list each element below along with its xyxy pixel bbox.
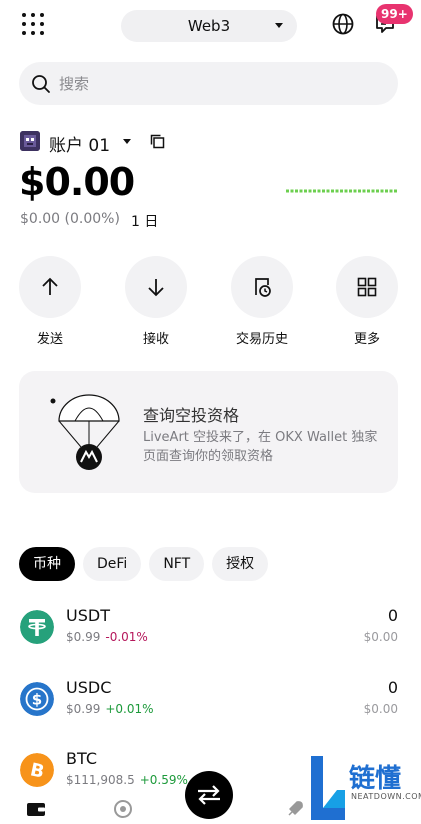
- globe-icon[interactable]: [332, 13, 354, 35]
- notification-badge: 99+: [376, 4, 413, 24]
- balance-change: $0.00 (0.00%): [20, 211, 120, 227]
- banner-description: LiveArt 空投来了，在 OKX Wallet 独家页面查询你的领取资格: [143, 430, 378, 464]
- history-button[interactable]: 交易历史: [231, 256, 293, 347]
- swap-button[interactable]: [185, 771, 233, 819]
- wallet-icon[interactable]: [27, 802, 45, 816]
- parachute-icon: [50, 394, 120, 470]
- watermark-logo-icon: [311, 756, 345, 820]
- wallet-home-screen: Web3 99+ 账户 01: [0, 0, 421, 824]
- token-price-line: $0.99 +0.01%: [66, 702, 154, 716]
- token-row-usdc[interactable]: $ USDC $0.99 +0.01% 0 $0.00: [0, 678, 421, 738]
- send-button[interactable]: 发送: [19, 256, 81, 347]
- receive-button[interactable]: 接收: [125, 256, 187, 347]
- asset-tabs: 币种 DeFi NFT 授权: [19, 547, 269, 581]
- more-button[interactable]: 更多: [336, 256, 398, 347]
- mode-switcher[interactable]: Web3: [121, 10, 297, 42]
- token-symbol: USDT: [66, 606, 110, 625]
- balance-sparkline: [286, 189, 398, 193]
- token-amount: 0: [387, 678, 398, 697]
- top-bar: Web3 99+: [0, 4, 421, 44]
- receive-label: 接收: [142, 332, 169, 347]
- search-icon: [32, 75, 50, 93]
- more-circle[interactable]: [336, 256, 398, 318]
- send-label: 发送: [36, 332, 63, 347]
- btc-logo-icon: B: [20, 753, 54, 787]
- history-circle[interactable]: [231, 256, 293, 318]
- banner-title: 查询空投资格: [143, 406, 240, 425]
- token-row-usdt[interactable]: USDT $0.99 -0.01% 0 $0.00: [0, 606, 421, 666]
- token-change: -0.01%: [105, 630, 148, 644]
- send-circle[interactable]: [19, 256, 81, 318]
- token-price: $0.99: [66, 702, 101, 716]
- mode-label: Web3: [187, 17, 231, 35]
- token-change: +0.01%: [105, 702, 154, 716]
- tab-tokens[interactable]: 币种: [19, 547, 75, 581]
- period-selector[interactable]: 1 日: [131, 211, 158, 231]
- usdt-logo-icon: [20, 610, 54, 644]
- rocket-icon[interactable]: [285, 799, 305, 819]
- token-symbol: USDC: [66, 678, 112, 697]
- token-price: $0.99: [66, 630, 101, 644]
- history-label: 交易历史: [235, 332, 288, 347]
- watermark-title: 链懂: [349, 764, 402, 794]
- account-chevron-down-icon[interactable]: [123, 139, 131, 144]
- svg-text:$: $: [32, 691, 42, 709]
- token-value: $0.00: [363, 630, 398, 644]
- grid-icon: [357, 277, 377, 297]
- swap-arrows-icon: [198, 785, 220, 805]
- site-watermark: 链懂 NEATDOWN.COM: [305, 752, 421, 824]
- receive-circle[interactable]: [125, 256, 187, 318]
- tab-approvals[interactable]: 授权: [212, 547, 269, 581]
- airdrop-banner[interactable]: 查询空投资格 LiveArt 空投来了，在 OKX Wallet 独家页面查询你…: [19, 371, 398, 493]
- menu-grid-icon[interactable]: [22, 13, 44, 35]
- chevron-down-icon: [275, 23, 283, 28]
- discover-icon[interactable]: [113, 799, 133, 819]
- token-price-line: $111,908.5 +0.59%: [66, 773, 188, 787]
- tab-defi[interactable]: DeFi: [83, 547, 142, 581]
- usdc-logo-icon: $: [20, 682, 54, 716]
- arrow-up-icon: [42, 277, 58, 295]
- token-change: +0.59%: [139, 773, 188, 787]
- search-input[interactable]: [59, 62, 379, 105]
- copy-icon[interactable]: [150, 134, 165, 149]
- account-name[interactable]: 账户 01: [49, 131, 110, 156]
- more-label: 更多: [353, 332, 380, 347]
- token-price-line: $0.99 -0.01%: [66, 630, 148, 644]
- total-balance: $0.00: [19, 160, 135, 204]
- token-value: $0.00: [363, 702, 398, 716]
- tab-nft[interactable]: NFT: [149, 547, 205, 581]
- search-bar[interactable]: [19, 62, 398, 105]
- watermark-subtitle: NEATDOWN.COM: [351, 792, 421, 801]
- token-amount: 0: [387, 606, 398, 625]
- account-avatar[interactable]: [20, 131, 40, 151]
- token-price: $111,908.5: [66, 773, 135, 787]
- arrow-down-icon: [148, 279, 164, 297]
- token-symbol: BTC: [66, 749, 97, 768]
- history-icon: [255, 278, 271, 297]
